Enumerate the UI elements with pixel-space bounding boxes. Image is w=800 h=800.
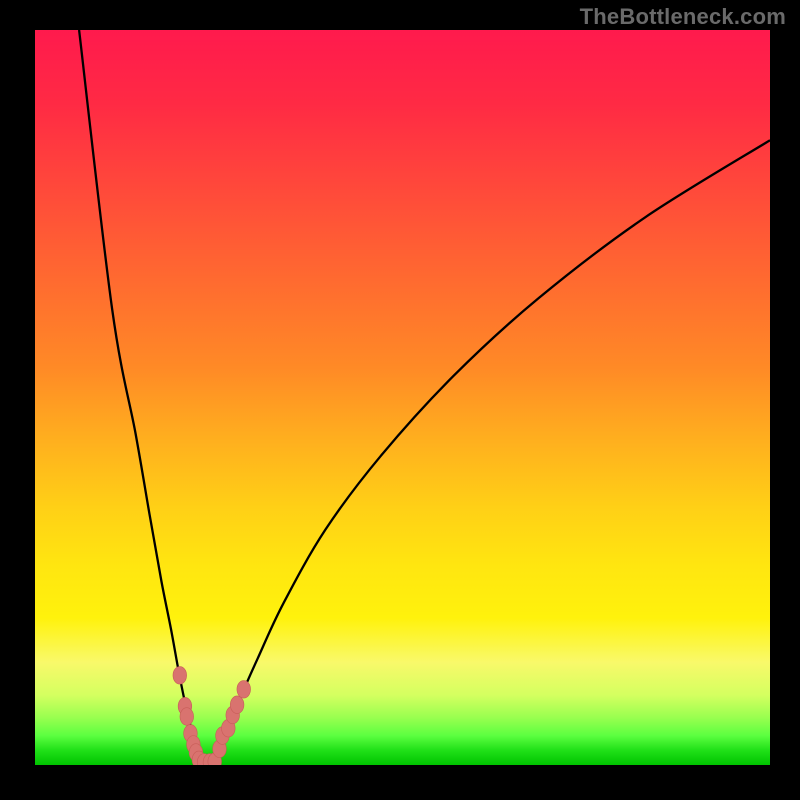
bottleneck-curve-svg bbox=[35, 30, 770, 765]
scatter-dot bbox=[230, 696, 244, 714]
scatter-dot bbox=[180, 708, 194, 726]
scatter-dot bbox=[173, 667, 187, 685]
scatter-dot bbox=[237, 680, 251, 698]
curve-right-branch bbox=[215, 140, 770, 763]
scatter-markers bbox=[173, 667, 251, 765]
curve-left-branch bbox=[79, 30, 201, 763]
watermark-text: TheBottleneck.com bbox=[580, 4, 786, 30]
chart-frame: TheBottleneck.com bbox=[0, 0, 800, 800]
